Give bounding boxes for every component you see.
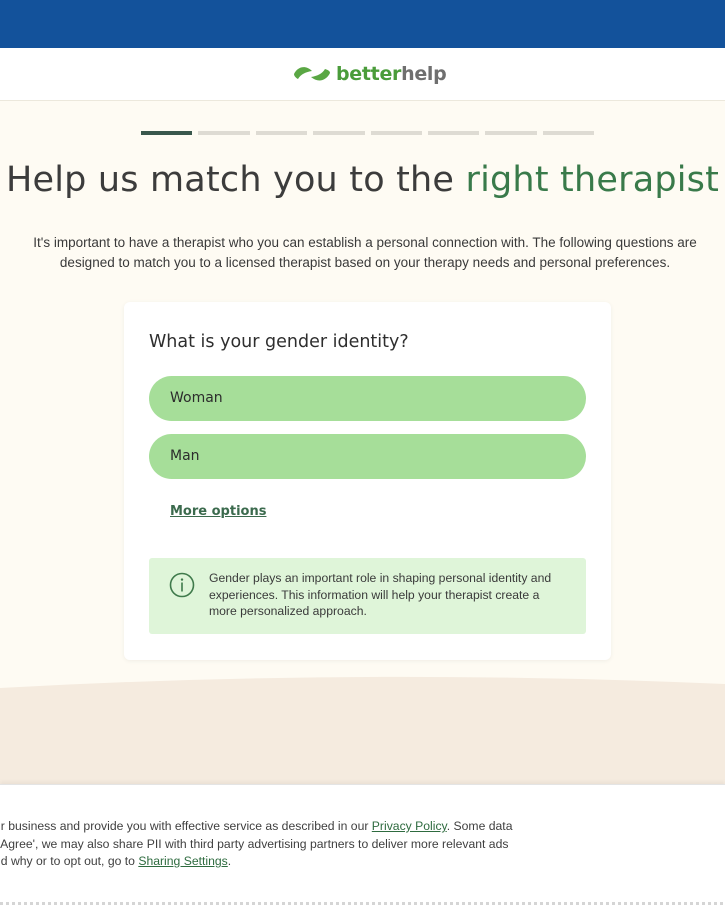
top-bar [0, 0, 725, 48]
progress-bar [141, 131, 594, 135]
logo-text-help: help [401, 63, 447, 85]
page-title-accent: right therapist [465, 160, 720, 200]
privacy-policy-link[interactable]: Privacy Policy [372, 819, 447, 833]
question-title: What is your gender identity? [149, 332, 409, 352]
option-man-button[interactable]: Man [149, 434, 586, 479]
cookie-line3-post: . [227, 854, 232, 868]
question-card: What is your gender identity? Woman Man … [124, 302, 611, 660]
progress-segment [313, 131, 365, 135]
info-icon [169, 572, 195, 602]
progress-segment-active [141, 131, 193, 135]
progress-segment [370, 131, 422, 135]
betterhelp-logo[interactable]: betterhelp [292, 62, 447, 86]
logo-text-better: better [336, 63, 402, 85]
cookie-line1-pre: ur business and provide you with effecti… [0, 819, 372, 833]
progress-segment [198, 131, 250, 135]
more-options-link[interactable]: More options [170, 504, 266, 519]
info-text: Gender plays an important role in shapin… [209, 571, 552, 618]
sharing-settings-link[interactable]: Sharing Settings [138, 854, 227, 868]
progress-segment [542, 131, 594, 135]
cookie-text: ur business and provide you with effecti… [0, 818, 554, 871]
cookie-banner: ur business and provide you with effecti… [0, 784, 725, 905]
progress-segment [255, 131, 308, 135]
cookie-line3-pre: nd why or to opt out, go to [0, 854, 139, 868]
page-title-main: Help us match you to the [5, 160, 466, 200]
cookie-line2: I Agree', we may also share PII with thi… [0, 836, 509, 851]
progress-segment [427, 131, 480, 135]
cookie-line1-post: . Some data [446, 819, 513, 833]
site-header: betterhelp [0, 48, 725, 101]
info-box: Gender plays an important role in shapin… [149, 558, 586, 634]
progress-segment [485, 131, 537, 135]
option-woman-button[interactable]: Woman [149, 376, 586, 421]
leaf-icon [292, 63, 332, 85]
intro-text: It's important to have a therapist who y… [33, 235, 697, 270]
page-title: Help us match you to the right therapist [0, 157, 725, 203]
